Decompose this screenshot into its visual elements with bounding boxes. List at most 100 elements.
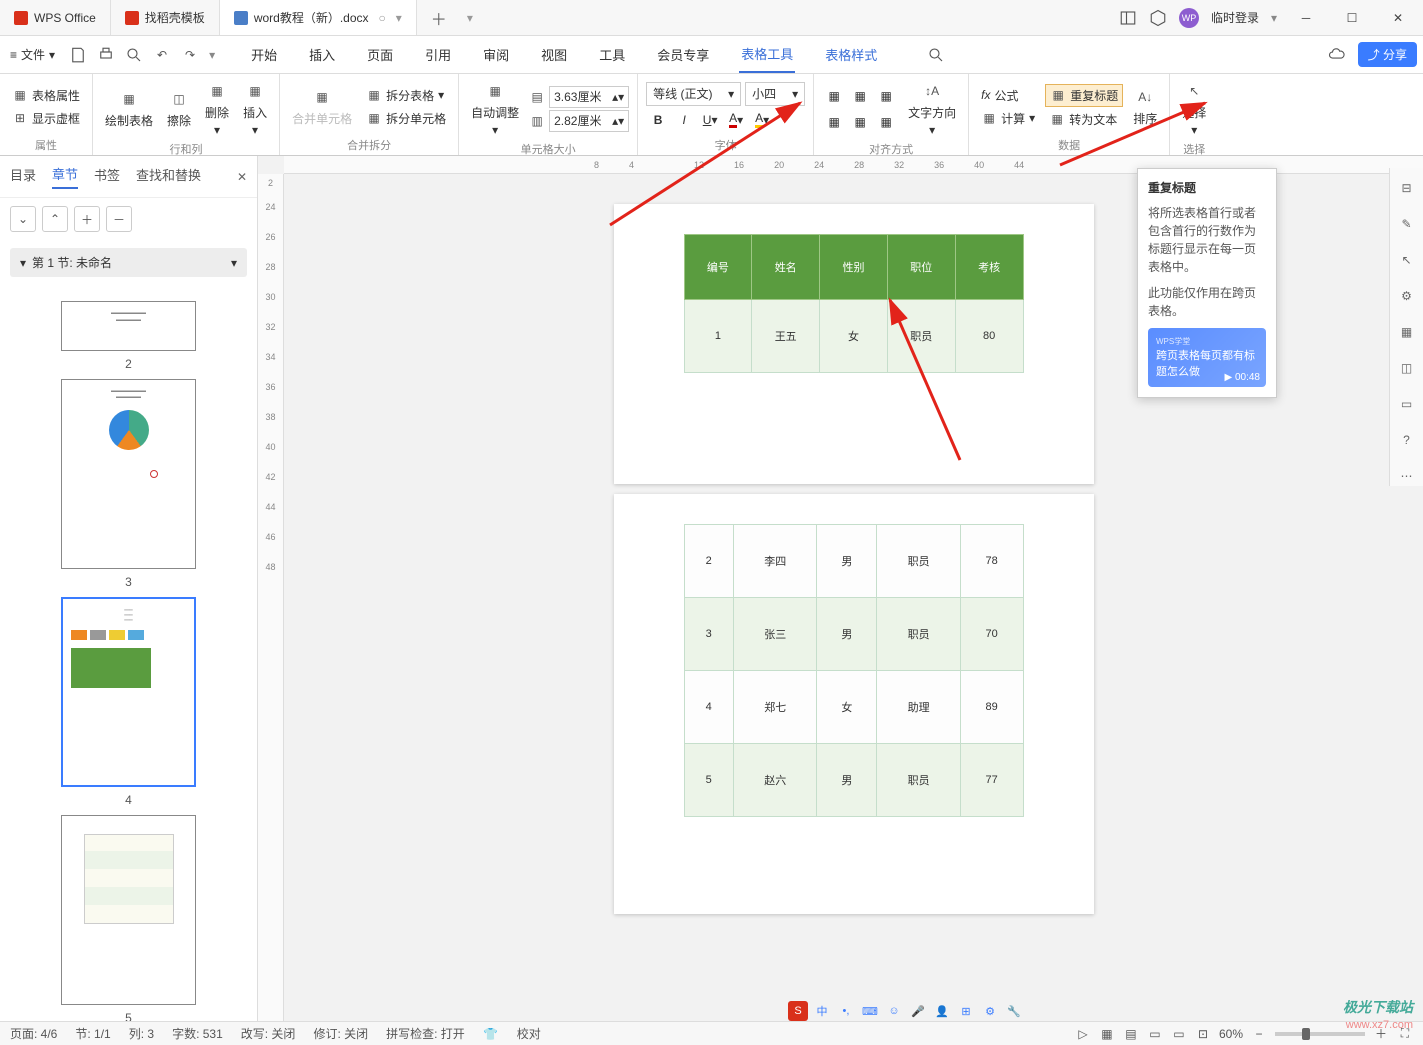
- th-id[interactable]: 编号: [684, 235, 752, 300]
- ime-smile-button[interactable]: ☺: [884, 1001, 904, 1021]
- font-family-select[interactable]: 等线 (正文)▾: [646, 82, 741, 106]
- ime-punct-button[interactable]: •,: [836, 1001, 856, 1021]
- eraser-button[interactable]: ◫擦除: [163, 86, 195, 131]
- save-icon[interactable]: [69, 46, 87, 64]
- panel-icon[interactable]: [1119, 9, 1137, 27]
- qat-dropdown-icon[interactable]: ▾: [209, 48, 215, 62]
- rs-more-icon[interactable]: ⋯: [1397, 466, 1417, 486]
- document-table-header[interactable]: 编号 姓名 性别 职位 考核 1 王五 女 职员 80: [684, 234, 1024, 373]
- draw-table-button[interactable]: ▦绘制表格: [101, 86, 157, 131]
- th-score[interactable]: 考核: [955, 235, 1023, 300]
- italic-button[interactable]: I: [672, 108, 696, 132]
- ime-lang-button[interactable]: 中: [812, 1001, 832, 1021]
- login-dropdown-icon[interactable]: ▾: [1271, 11, 1277, 25]
- nav-tab-find[interactable]: 查找和替换: [136, 165, 201, 188]
- autofit-button[interactable]: ▦自动调整▾: [467, 78, 523, 139]
- merge-cells-button[interactable]: ▦合并单元格: [288, 84, 356, 129]
- file-menu-button[interactable]: ≡ 文件 ▾: [6, 44, 59, 65]
- thumbnail-2[interactable]: ▬▬▬▬▬▬▬▬▬▬▬▬ 2: [61, 301, 196, 371]
- status-words[interactable]: 字数: 531: [172, 1025, 223, 1042]
- status-col[interactable]: 列: 3: [129, 1025, 154, 1042]
- tab-reference[interactable]: 引用: [423, 37, 453, 72]
- thumbnail-4[interactable]: ═════════ 4: [61, 597, 196, 807]
- ime-keyboard-button[interactable]: ⌨: [860, 1001, 880, 1021]
- play-icon[interactable]: ▷: [1075, 1026, 1091, 1042]
- view-print-icon[interactable]: ▦: [1099, 1026, 1115, 1042]
- split-table-button[interactable]: ▦拆分表格▾: [362, 85, 450, 106]
- rs-grid-icon[interactable]: ▦: [1397, 322, 1417, 342]
- tab-start[interactable]: 开始: [249, 37, 279, 72]
- calculate-button[interactable]: ▦计算▾: [977, 108, 1039, 129]
- nav-tab-bookmarks[interactable]: 书签: [94, 165, 120, 188]
- app-tab-wps[interactable]: WPS Office: [0, 0, 111, 35]
- split-cells-button[interactable]: ▦拆分单元格: [362, 108, 450, 129]
- status-overwrite[interactable]: 改写: 关闭: [241, 1025, 296, 1042]
- login-label[interactable]: 临时登录: [1211, 9, 1259, 26]
- align-ml-button[interactable]: ▦: [822, 110, 846, 134]
- font-color-button[interactable]: A▾: [724, 108, 748, 132]
- tab-table-style[interactable]: 表格样式: [823, 37, 879, 72]
- rs-ruler-icon[interactable]: ◫: [1397, 358, 1417, 378]
- rs-book-icon[interactable]: ▭: [1397, 394, 1417, 414]
- status-shirt-icon[interactable]: 👕: [483, 1026, 499, 1042]
- nav-expand-button[interactable]: ⌃: [42, 206, 68, 232]
- nav-tab-sections[interactable]: 章节: [52, 164, 78, 189]
- bold-button[interactable]: B: [646, 108, 670, 132]
- tab-insert[interactable]: 插入: [307, 37, 337, 72]
- zoom-out-button[interactable]: −: [1251, 1026, 1267, 1042]
- tab-table-tools[interactable]: 表格工具: [739, 36, 795, 73]
- convert-to-text-button[interactable]: ▦转为文本: [1045, 109, 1123, 130]
- undo-icon[interactable]: ↶: [153, 46, 171, 64]
- tab-page[interactable]: 页面: [365, 37, 395, 72]
- rs-help-icon[interactable]: ?: [1397, 430, 1417, 450]
- status-proof[interactable]: 校对: [517, 1025, 541, 1042]
- font-size-select[interactable]: 小四▾: [745, 82, 805, 106]
- preview-icon[interactable]: [125, 46, 143, 64]
- user-avatar[interactable]: WP: [1179, 8, 1199, 28]
- align-mr-button[interactable]: ▦: [874, 110, 898, 134]
- view-outline-icon[interactable]: ▤: [1123, 1026, 1139, 1042]
- status-page[interactable]: 页面: 4/6: [10, 1025, 57, 1042]
- tab-dropdown-icon[interactable]: ▾: [396, 11, 402, 25]
- text-direction-button[interactable]: ↕A文字方向▾: [904, 78, 960, 139]
- row-height-input[interactable]: 3.63厘米▴▾: [549, 86, 629, 108]
- tab-list-icon[interactable]: ▾: [467, 11, 473, 25]
- share-button[interactable]: ⤴ 分享: [1358, 42, 1417, 67]
- nav-close-button[interactable]: ✕: [237, 170, 247, 184]
- document-table-body[interactable]: 2李四男职员78 3张三男职员70 4郑七女助理89 5赵六男职员77: [684, 524, 1024, 817]
- section-menu-icon[interactable]: ▾: [231, 256, 237, 270]
- ime-gear-button[interactable]: ⚙: [980, 1001, 1000, 1021]
- th-position[interactable]: 职位: [887, 235, 955, 300]
- align-mc-button[interactable]: ▦: [848, 110, 872, 134]
- view-web-icon[interactable]: ▭: [1147, 1026, 1163, 1042]
- tab-member[interactable]: 会员专享: [655, 37, 711, 72]
- fit-icon[interactable]: ⊡: [1195, 1026, 1211, 1042]
- th-name[interactable]: 姓名: [752, 235, 820, 300]
- select-button[interactable]: ↖选择▾: [1178, 78, 1210, 139]
- col-width-input[interactable]: 2.82厘米▴▾: [549, 110, 629, 132]
- rs-pencil-icon[interactable]: ✎: [1397, 214, 1417, 234]
- ime-grid-button[interactable]: ⊞: [956, 1001, 976, 1021]
- status-spell[interactable]: 拼写检查: 打开: [386, 1025, 465, 1042]
- rs-collapse-icon[interactable]: ⊟: [1397, 178, 1417, 198]
- highlight-color-button[interactable]: A▾: [750, 108, 774, 132]
- cloud-icon[interactable]: [1328, 46, 1346, 64]
- vertical-ruler[interactable]: 2 24 26 28 30 32 34 36 38 40 42 44 46 48: [258, 174, 284, 1021]
- app-tab-document[interactable]: word教程（新）.docx ○ ▾: [220, 0, 417, 35]
- sort-button[interactable]: A↓排序: [1129, 84, 1161, 129]
- underline-button[interactable]: U▾: [698, 108, 722, 132]
- rs-settings-icon[interactable]: ⚙: [1397, 286, 1417, 306]
- tab-review[interactable]: 审阅: [481, 37, 511, 72]
- minimize-button[interactable]: ─: [1289, 4, 1323, 32]
- tab-add-button[interactable]: ＋: [417, 6, 461, 30]
- zoom-value[interactable]: 60%: [1219, 1027, 1243, 1041]
- view-read-icon[interactable]: ▭: [1171, 1026, 1187, 1042]
- align-tr-button[interactable]: ▦: [874, 84, 898, 108]
- ime-person-button[interactable]: 👤: [932, 1001, 952, 1021]
- maximize-button[interactable]: ☐: [1335, 4, 1369, 32]
- app-tab-templates[interactable]: 找稻壳模板: [111, 0, 220, 35]
- insert-button[interactable]: ▦插入▾: [239, 78, 271, 139]
- align-tl-button[interactable]: ▦: [822, 84, 846, 108]
- cube-icon[interactable]: [1149, 9, 1167, 27]
- nav-add-button[interactable]: ＋: [74, 206, 100, 232]
